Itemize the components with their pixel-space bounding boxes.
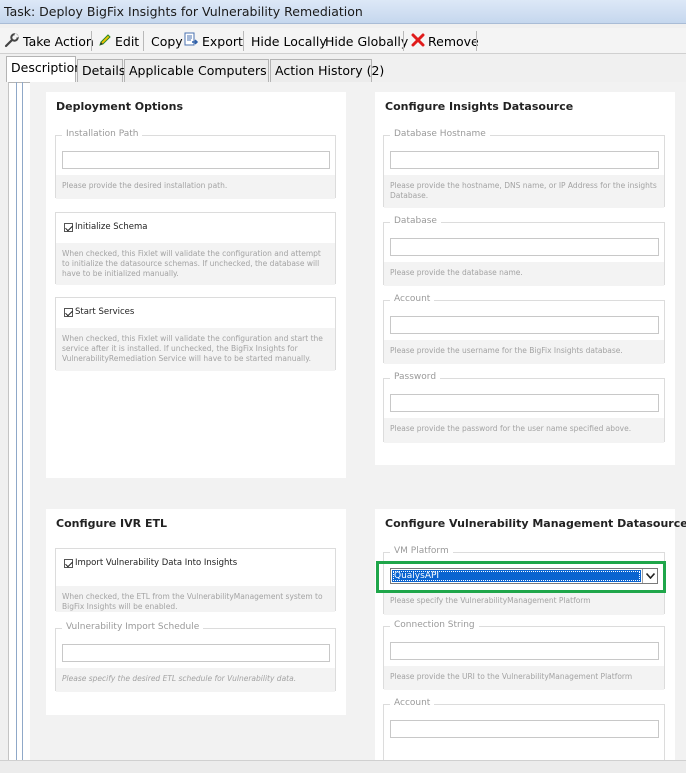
- tab-applicable-computers[interactable]: Applicable Computers (1): [124, 59, 288, 82]
- vm-account-legend: Account: [390, 698, 435, 708]
- account-legend: Account: [390, 294, 435, 304]
- toolbar-divider: [91, 31, 92, 51]
- edit-button[interactable]: Edit: [98, 30, 139, 52]
- connection-string-fieldset: Connection String Please provide the URI…: [383, 620, 665, 690]
- initialize-schema-help: When checked, this Fixlet will validate …: [56, 243, 335, 285]
- tab-description[interactable]: Description: [6, 56, 82, 82]
- account-fieldset: Account Please provide the username for …: [383, 294, 665, 364]
- start-services-fieldset: Start Services When checked, this Fixlet…: [55, 297, 336, 371]
- database-hostname-input[interactable]: [390, 151, 659, 169]
- initialize-schema-label: Initialize Schema: [75, 222, 148, 232]
- status-bar: [0, 760, 686, 773]
- import-schedule-help: Please specify the desired ETL schedule …: [56, 668, 335, 692]
- pane-divider: [22, 82, 23, 760]
- database-help: Please provide the database name.: [384, 262, 664, 286]
- database-input[interactable]: [390, 238, 659, 256]
- deployment-options-title: Deployment Options: [56, 100, 183, 113]
- insights-datasource-title: Configure Insights Datasource: [385, 100, 574, 113]
- wrench-icon: [4, 32, 20, 51]
- red-x-icon: [411, 33, 425, 50]
- vm-datasource-title: Configure Vulnerability Management Datas…: [385, 517, 686, 530]
- installation-path-help: Please provide the desired installation …: [56, 175, 335, 199]
- toolbar-divider: [243, 31, 244, 51]
- window-title: Task: Deploy BigFix Insights for Vulnera…: [0, 0, 686, 24]
- take-action-button[interactable]: Take Action: [4, 30, 94, 52]
- vm-platform-help: Please specify the VulnerabilityManageme…: [384, 590, 664, 615]
- initialize-schema-checkbox[interactable]: Initialize Schema: [64, 222, 147, 232]
- remove-label: Remove: [428, 33, 479, 49]
- export-label: Export: [202, 33, 243, 49]
- vm-account-fieldset: Account: [383, 698, 665, 760]
- vm-datasource-panel: Configure Vulnerability Management Datas…: [375, 509, 686, 760]
- database-hostname-fieldset: Database Hostname Please provide the hos…: [383, 129, 665, 208]
- export-icon: [183, 32, 199, 51]
- ivr-etl-panel: Configure IVR ETL Import Vulnerability D…: [46, 509, 346, 715]
- connection-string-help: Please provide the URI to the Vulnerabil…: [384, 666, 664, 690]
- import-vulnerability-label: Import Vulnerability Data Into Insights: [75, 558, 238, 568]
- tab-details[interactable]: Details: [77, 59, 125, 82]
- take-action-label: Take Action: [23, 33, 94, 49]
- connection-string-input[interactable]: [390, 642, 659, 660]
- highlight-box: [376, 561, 666, 593]
- tab-bar: Description Details Applicable Computers…: [0, 56, 686, 82]
- vm-account-input[interactable]: [390, 720, 659, 738]
- installation-path-input[interactable]: [62, 151, 330, 169]
- checkbox-checked-icon: [64, 558, 73, 568]
- edit-label: Edit: [115, 33, 140, 49]
- account-input[interactable]: [390, 316, 659, 334]
- vm-platform-legend: VM Platform: [390, 546, 453, 556]
- remove-button[interactable]: Remove: [411, 30, 479, 52]
- installation-path-legend: Installation Path: [62, 129, 143, 139]
- installation-path-fieldset: Installation Path Please provide the des…: [55, 129, 336, 199]
- password-input[interactable]: [390, 394, 659, 412]
- toolbar-divider: [143, 31, 144, 51]
- copy-button[interactable]: Copy: [151, 30, 183, 52]
- import-schedule-input[interactable]: [62, 644, 330, 662]
- pencil-icon: [98, 33, 112, 50]
- tab-action-history[interactable]: Action History (2): [270, 59, 384, 82]
- deployment-options-panel: Deployment Options Installation Path Ple…: [46, 92, 346, 478]
- start-services-help: When checked, this Fixlet will validate …: [56, 328, 335, 371]
- toolbar: Take Action Edit Copy Export Hide Locall…: [0, 28, 686, 54]
- copy-label: Copy: [151, 33, 183, 49]
- hide-locally-label: Hide Locally: [251, 33, 327, 49]
- import-schedule-legend: Vulnerability Import Schedule: [62, 622, 204, 632]
- ivr-etl-title: Configure IVR ETL: [56, 517, 167, 530]
- start-services-label: Start Services: [75, 307, 135, 317]
- import-vulnerability-fieldset: Import Vulnerability Data Into Insights …: [55, 548, 336, 612]
- insights-datasource-panel: Configure Insights Datasource Database H…: [375, 92, 675, 465]
- initialize-schema-fieldset: Initialize Schema When checked, this Fix…: [55, 212, 336, 285]
- hide-globally-button[interactable]: Hide Globally: [325, 30, 408, 52]
- connection-string-legend: Connection String: [390, 620, 479, 630]
- hide-globally-label: Hide Globally: [325, 33, 409, 49]
- database-hostname-help: Please provide the hostname, DNS name, o…: [384, 175, 664, 208]
- import-vulnerability-help: When checked, the ETL from the Vulnerabi…: [56, 586, 335, 612]
- checkbox-checked-icon: [64, 222, 73, 232]
- import-schedule-fieldset: Vulnerability Import Schedule Please spe…: [55, 622, 336, 692]
- password-fieldset: Password Please provide the password for…: [383, 372, 665, 443]
- database-hostname-legend: Database Hostname: [390, 129, 490, 139]
- password-legend: Password: [390, 372, 441, 382]
- database-legend: Database: [390, 216, 441, 226]
- toolbar-divider: [403, 31, 404, 51]
- hide-locally-button[interactable]: Hide Locally: [251, 30, 327, 52]
- start-services-checkbox[interactable]: Start Services: [64, 307, 134, 317]
- account-help: Please provide the username for the BigF…: [384, 340, 664, 364]
- checkbox-checked-icon: [64, 307, 73, 317]
- password-help: Please provide the password for the user…: [384, 418, 664, 443]
- pane-divider: [16, 82, 17, 760]
- toolbar-divider: [476, 31, 477, 51]
- import-vulnerability-checkbox[interactable]: Import Vulnerability Data Into Insights: [64, 558, 237, 568]
- export-button[interactable]: Export: [183, 30, 243, 52]
- database-fieldset: Database Please provide the database nam…: [383, 216, 665, 286]
